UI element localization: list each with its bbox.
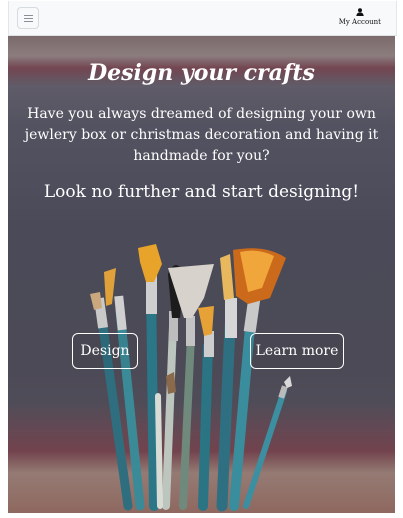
navbar: My Account — [8, 1, 397, 36]
my-account-link[interactable]: My Account — [339, 8, 381, 26]
user-icon — [356, 8, 364, 16]
hero-subtitle: Look no further and start designing! — [43, 182, 360, 202]
navbar-toggler-button[interactable] — [17, 7, 39, 29]
hero-lead-text: Have you always dreamed of designing you… — [24, 106, 379, 164]
my-account-label: My Account — [338, 18, 381, 26]
design-button[interactable]: Design — [72, 333, 138, 369]
hero-section: Design your crafts Have you always dream… — [8, 36, 395, 513]
learn-more-button[interactable]: Learn more — [250, 333, 344, 369]
hero-title: Design your crafts — [88, 60, 315, 86]
hamburger-menu-icon — [23, 14, 33, 22]
